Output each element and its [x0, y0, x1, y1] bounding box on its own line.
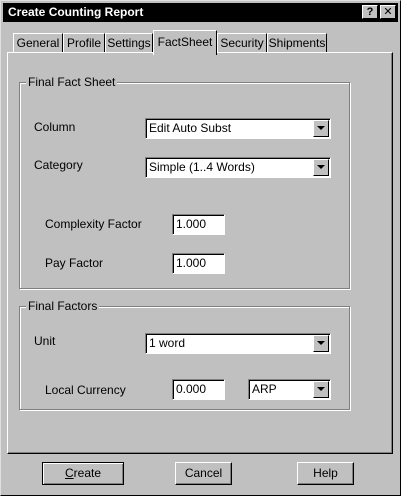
chevron-down-icon[interactable] — [313, 381, 329, 398]
column-value: Edit Auto Subst — [149, 121, 232, 135]
tab-label: General — [16, 36, 60, 50]
tab-settings[interactable]: Settings — [105, 33, 153, 53]
unit-label: Unit — [34, 334, 56, 348]
tab-factsheet[interactable]: FactSheet — [153, 30, 217, 55]
chevron-down-icon[interactable] — [313, 159, 329, 176]
group-title: Final Factors — [26, 299, 100, 313]
chevron-down-icon[interactable] — [313, 120, 329, 137]
tab-label: Settings — [107, 36, 151, 50]
help-button[interactable]: Help — [297, 462, 354, 485]
unit-value: 1 word — [149, 336, 186, 350]
factsheet-tab-panel: Final Fact Sheet Column Edit Auto Subst … — [7, 52, 393, 454]
tab-profile[interactable]: Profile — [63, 33, 105, 53]
column-label: Column — [34, 120, 76, 134]
cancel-button[interactable]: Cancel — [175, 462, 232, 485]
local-currency-input[interactable]: 0.000 — [172, 379, 225, 400]
unit-dropdown[interactable]: 1 word — [145, 333, 331, 354]
complexity-factor-input[interactable]: 1.000 — [172, 214, 225, 235]
pay-factor-label: Pay Factor — [45, 256, 104, 270]
tab-shipments[interactable]: Shipments — [267, 33, 327, 53]
close-button[interactable]: ✕ — [380, 5, 396, 19]
currency-code-dropdown[interactable]: ARP — [248, 379, 331, 400]
tab-label: Security — [220, 36, 264, 50]
tab-security[interactable]: Security — [217, 33, 267, 53]
currency-code-value: ARP — [252, 382, 277, 396]
category-value: Simple (1..4 Words) — [149, 160, 255, 174]
category-label: Category — [34, 158, 83, 172]
help-button-label: Help — [313, 466, 338, 480]
help-titlebar-button[interactable]: ? — [362, 5, 378, 19]
local-currency-label: Local Currency — [45, 383, 126, 397]
tab-label: Shipments — [268, 36, 326, 50]
category-dropdown[interactable]: Simple (1..4 Words) — [145, 157, 331, 178]
create-button[interactable]: Create — [42, 462, 124, 485]
tab-general[interactable]: General — [13, 33, 63, 53]
window-title: Create Counting Report — [8, 5, 144, 19]
dialog-window: Create Counting Report ? ✕ General Profi… — [0, 0, 401, 496]
close-icon: ✕ — [383, 6, 393, 18]
pay-factor-input[interactable]: 1.000 — [172, 253, 225, 274]
group-title: Final Fact Sheet — [26, 75, 118, 89]
complexity-factor-label: Complexity Factor — [45, 217, 142, 231]
cancel-button-label: Cancel — [184, 466, 223, 480]
question-mark-icon: ? — [366, 6, 374, 18]
tab-label: Profile — [66, 36, 101, 50]
title-bar[interactable]: Create Counting Report ? ✕ — [3, 3, 398, 22]
column-dropdown[interactable]: Edit Auto Subst — [145, 118, 331, 139]
chevron-down-icon[interactable] — [313, 335, 329, 352]
tab-label: FactSheet — [157, 35, 213, 49]
create-button-label: Create — [64, 466, 102, 480]
